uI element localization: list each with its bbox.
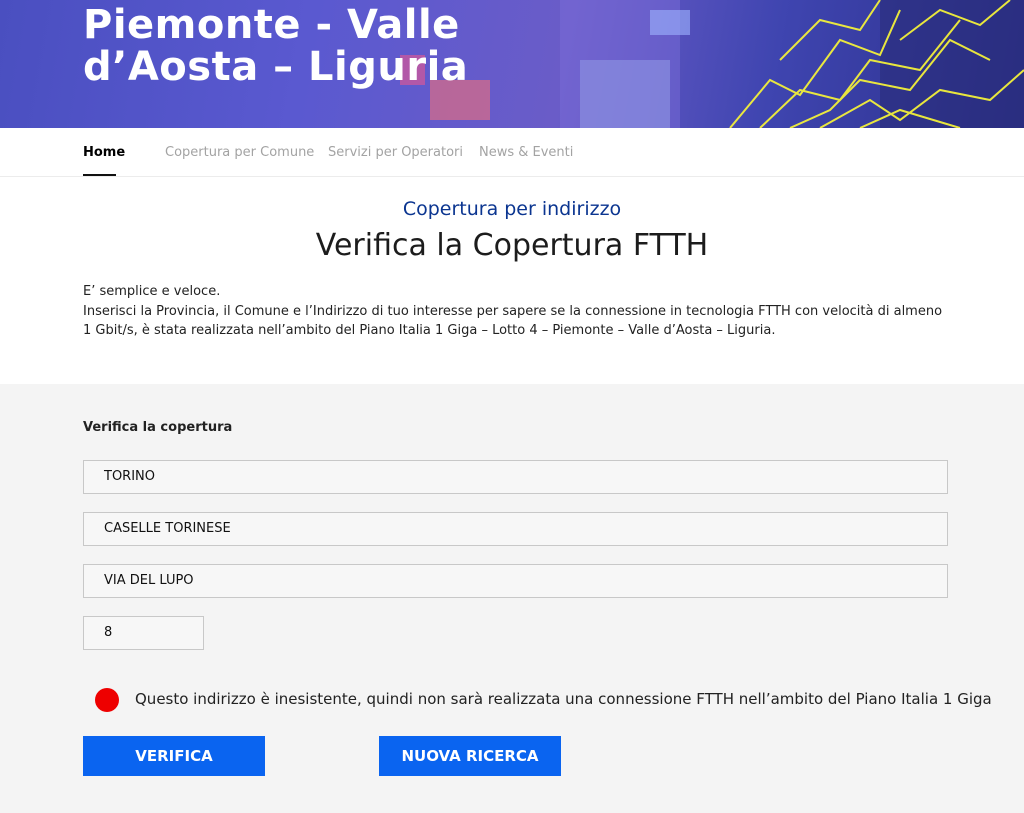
nav-copertura-per-comune[interactable]: Copertura per Comune: [165, 145, 314, 160]
intro-line-2: Inserisci la Provincia, il Comune e l’In…: [83, 303, 943, 339]
verifica-button[interactable]: VERIFICA: [83, 736, 265, 776]
nav-news-eventi[interactable]: News & Eventi: [479, 145, 573, 160]
section-title: Verifica la Copertura FTTH: [315, 228, 709, 263]
hero-banner: Piemonte - Valle d’Aosta – Liguria: [0, 0, 1024, 128]
coverage-form: Verifica la copertura TORINO CASELLE TOR…: [0, 384, 1024, 813]
nav-home[interactable]: Home: [83, 145, 125, 160]
main-nav: Home Copertura per Comune Servizi per Op…: [0, 128, 1024, 177]
form-label: Verifica la copertura: [83, 420, 233, 435]
section-subtitle: Copertura per indirizzo: [402, 198, 622, 220]
nuova-ricerca-button[interactable]: NUOVA RICERCA: [379, 736, 561, 776]
nav-servizi-per-operatori[interactable]: Servizi per Operatori: [328, 145, 463, 160]
active-tab-indicator: [83, 174, 116, 176]
status-indicator-icon: [95, 688, 119, 712]
intro-text: E’ semplice e veloce. Inserisci la Provi…: [83, 282, 953, 341]
civico-field[interactable]: 8: [83, 616, 204, 650]
page-title: Piemonte - Valle d’Aosta – Liguria: [83, 2, 469, 90]
indirizzo-field[interactable]: VIA DEL LUPO: [83, 564, 948, 598]
status-message: Questo indirizzo è inesistente, quindi n…: [135, 690, 992, 708]
intro-line-1: E’ semplice e veloce.: [83, 284, 221, 299]
comune-field[interactable]: CASELLE TORINESE: [83, 512, 948, 546]
provincia-field[interactable]: TORINO: [83, 460, 948, 494]
